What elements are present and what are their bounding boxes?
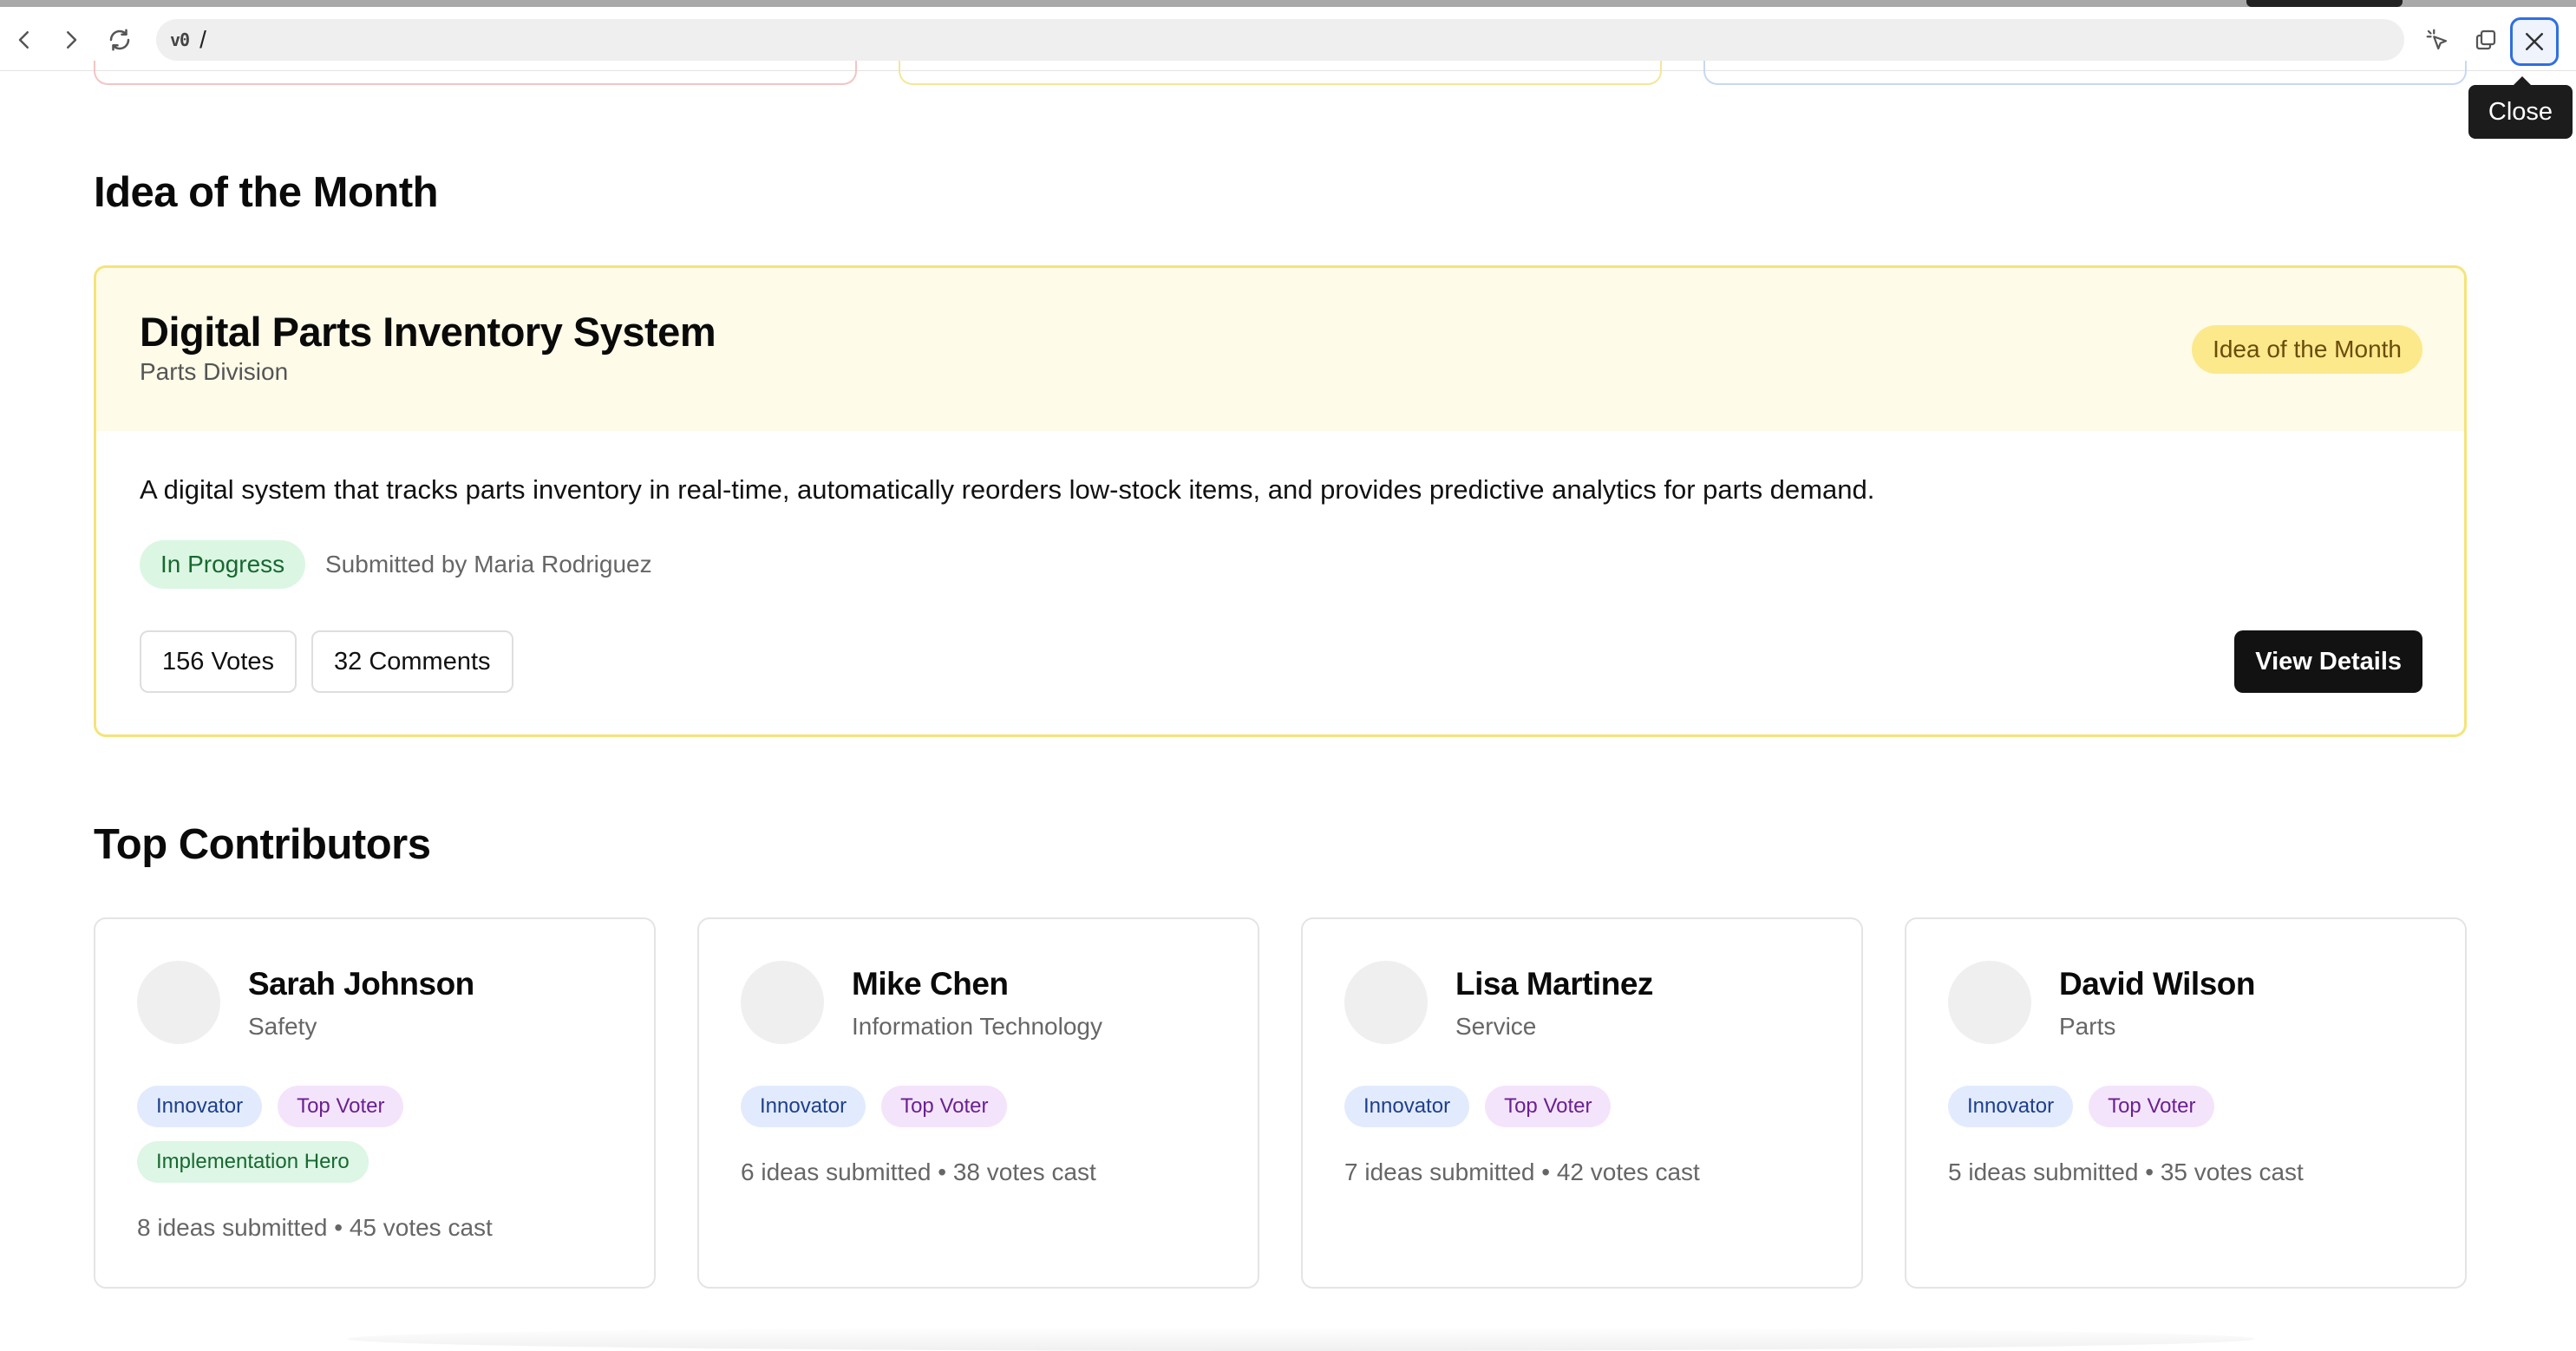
idea-card-header: Digital Parts Inventory System Parts Div…: [96, 268, 2464, 431]
contributor-department: Parts: [2059, 1013, 2116, 1040]
forward-icon: [67, 31, 77, 49]
contributor-card: David Wilson Parts Innovator Top Voter 5…: [1905, 917, 2467, 1289]
badge-innovator: Innovator: [1344, 1086, 1470, 1127]
v0-logo: v0: [170, 29, 190, 50]
contributor-department: Information Technology: [852, 1013, 1102, 1040]
contributor-stats: 8 ideas submitted • 45 votes cast: [137, 1214, 493, 1241]
window-top-strip: [0, 0, 2576, 7]
stat-card-bottom-edge: [94, 61, 857, 85]
contributor-department: Safety: [248, 1013, 317, 1040]
stat-card-bottom-edge: [1703, 61, 2467, 85]
reload-icon: [109, 29, 130, 51]
contributor-badges: Innovator Top Voter: [1948, 1086, 2434, 1127]
back-icon: [18, 31, 29, 49]
avatar: [741, 961, 824, 1044]
address-path: /: [199, 26, 206, 53]
pointer-select-icon: [2426, 29, 2448, 50]
idea-of-month-heading: Idea of the Month: [94, 169, 439, 216]
reload-button[interactable]: [101, 21, 139, 59]
contributor-name: Lisa Martinez: [1455, 966, 1653, 1002]
contributor-department: Service: [1455, 1013, 1537, 1040]
contributor-badges: Innovator Top Voter: [741, 1086, 1226, 1127]
back-button[interactable]: [5, 21, 43, 59]
new-window-button[interactable]: [2467, 21, 2505, 59]
comments-button[interactable]: 32 Comments: [311, 630, 513, 693]
badge-top-voter: Top Voter: [1485, 1086, 1612, 1127]
idea-of-month-badge: Idea of the Month: [2192, 325, 2422, 374]
pointer-select-button[interactable]: [2418, 21, 2456, 59]
footer-shadow: [347, 1327, 2255, 1351]
submitted-by: Submitted by Maria Rodriguez: [325, 551, 652, 578]
window-top-strip-handle: [2246, 0, 2403, 7]
contributor-name: Mike Chen: [852, 966, 1009, 1002]
avatar: [137, 961, 220, 1044]
top-contributors-heading: Top Contributors: [94, 821, 431, 868]
contributor-stats: 7 ideas submitted • 42 votes cast: [1344, 1158, 1700, 1185]
close-button[interactable]: [2510, 17, 2559, 66]
badge-top-voter: Top Voter: [278, 1086, 404, 1127]
contributor-name: Sarah Johnson: [248, 966, 474, 1002]
view-details-button[interactable]: View Details: [2234, 630, 2422, 693]
contributor-badges: Innovator Top Voter: [1344, 1086, 1830, 1127]
idea-of-month-card: Digital Parts Inventory System Parts Div…: [94, 265, 2467, 737]
votes-button[interactable]: 156 Votes: [140, 630, 297, 693]
contributor-stats: 5 ideas submitted • 35 votes cast: [1948, 1158, 2304, 1185]
badge-innovator: Innovator: [1948, 1086, 2074, 1127]
contributor-card: Sarah Johnson Safety Innovator Top Voter…: [94, 917, 656, 1289]
address-bar[interactable]: v0 /: [156, 19, 2404, 61]
status-badge: In Progress: [140, 540, 306, 589]
idea-title: Digital Parts Inventory System: [140, 309, 716, 355]
new-window-icon: [2475, 29, 2496, 50]
badge-innovator: Innovator: [741, 1086, 866, 1127]
badge-innovator: Innovator: [137, 1086, 263, 1127]
contributor-card: Lisa Martinez Service Innovator Top Vote…: [1301, 917, 1863, 1289]
close-tooltip: Close: [2468, 76, 2573, 139]
badge-implementation-hero: Implementation Hero: [137, 1141, 369, 1183]
avatar: [1948, 961, 2031, 1044]
avatar: [1344, 961, 1428, 1044]
contributor-name: David Wilson: [2059, 966, 2255, 1002]
close-icon: [2526, 33, 2543, 50]
badge-top-voter: Top Voter: [2089, 1086, 2215, 1127]
contributor-stats: 6 ideas submitted • 38 votes cast: [741, 1158, 1096, 1185]
badge-top-voter: Top Voter: [881, 1086, 1008, 1127]
contributor-card: Mike Chen Information Technology Innovat…: [697, 917, 1259, 1289]
forward-button[interactable]: [52, 21, 90, 59]
contributor-badges: Innovator Top Voter Implementation Hero: [137, 1086, 623, 1183]
stat-card-bottom-edge: [899, 61, 1662, 85]
idea-division: Parts Division: [140, 358, 289, 385]
idea-description: A digital system that tracks parts inven…: [140, 474, 1875, 505]
